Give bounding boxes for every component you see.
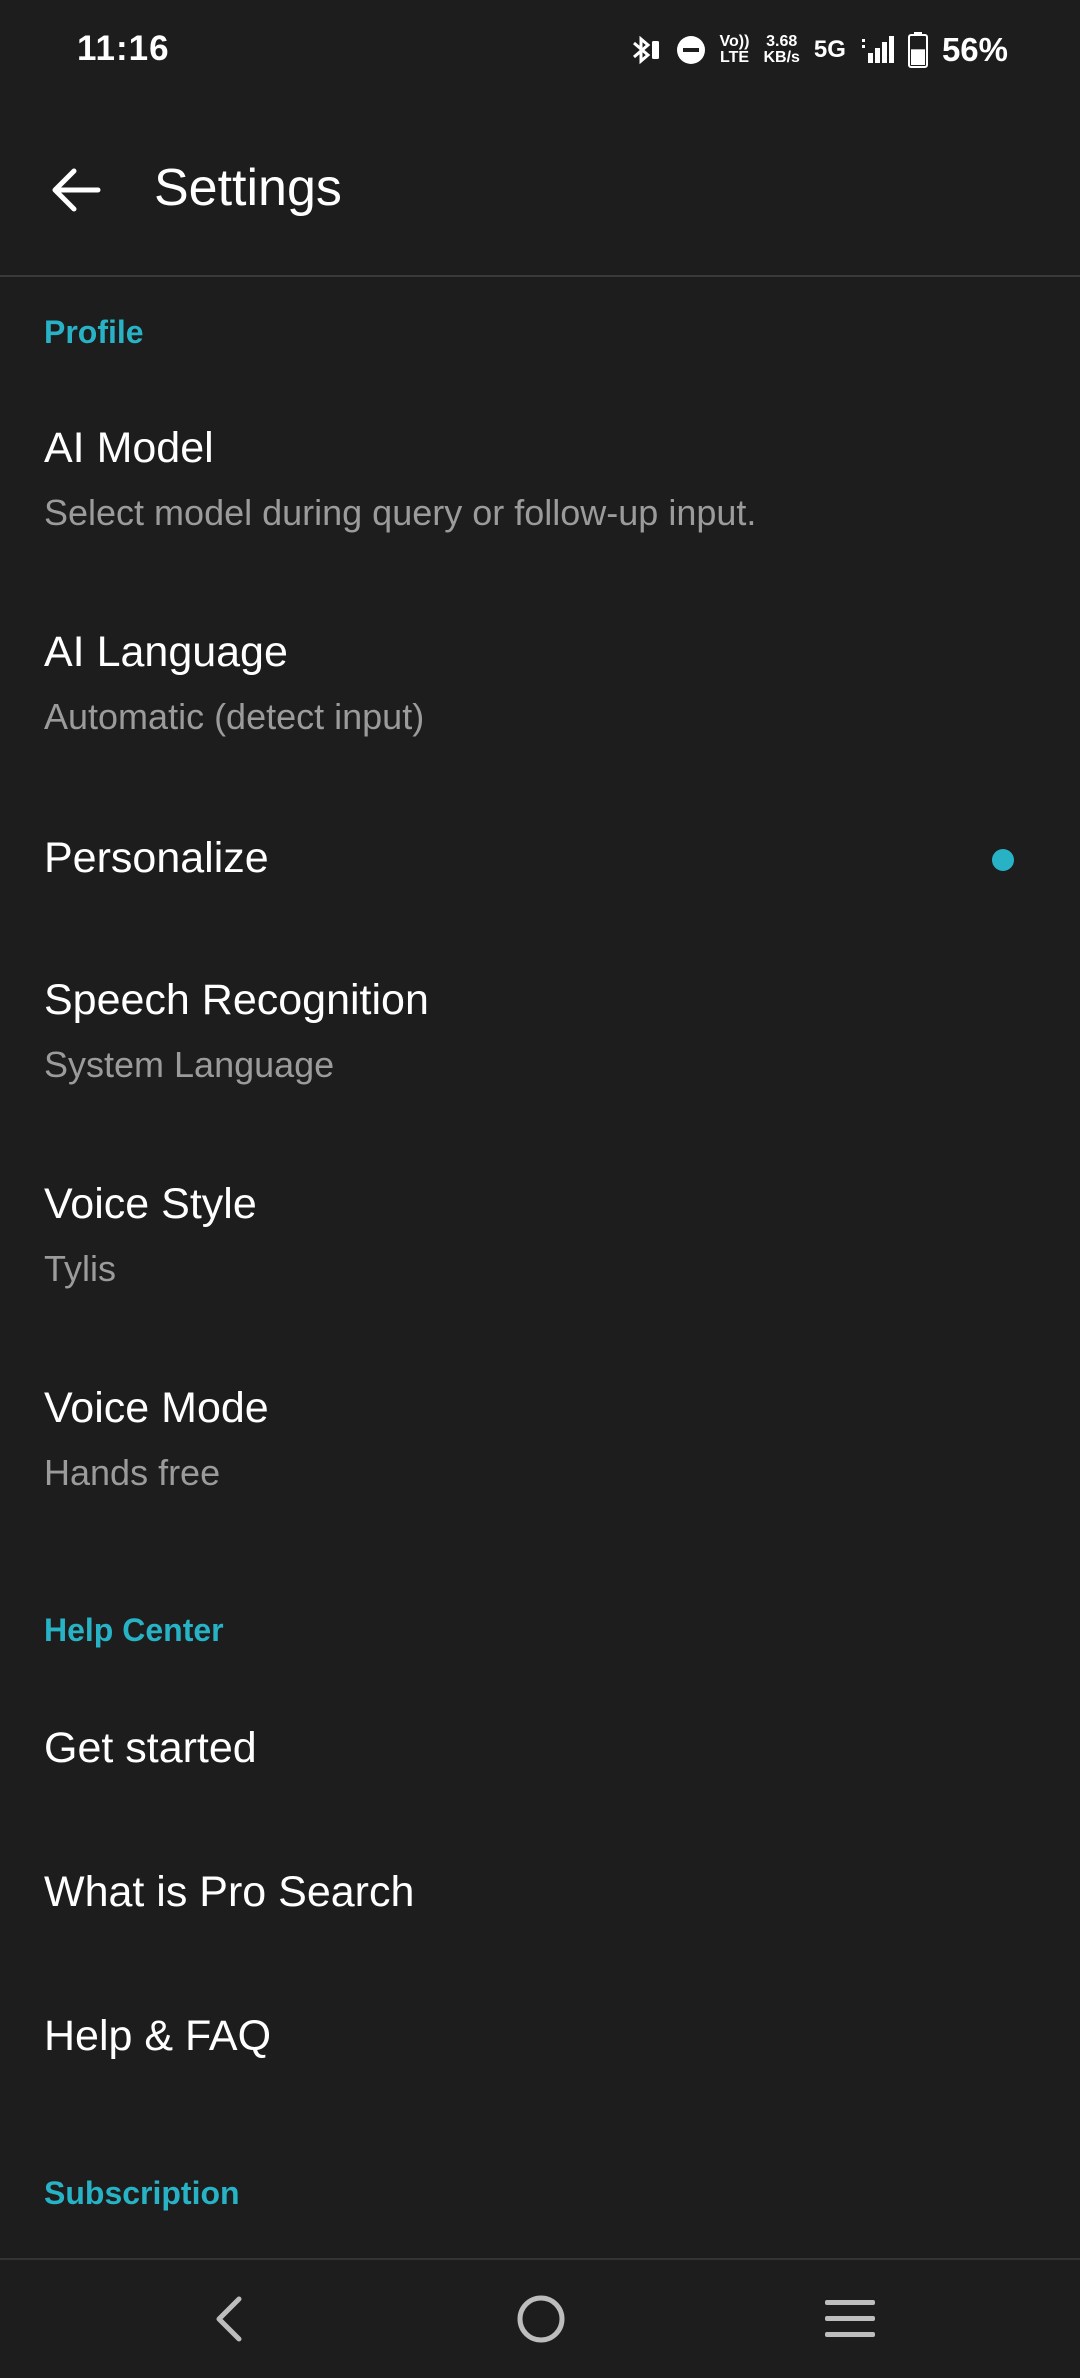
- network-type: 5G: [813, 36, 846, 63]
- battery-icon: [907, 32, 928, 68]
- setting-speech-recognition[interactable]: Speech Recognition System Language: [0, 952, 1080, 1132]
- setting-ai-model[interactable]: AI Model Select model during query or fo…: [0, 400, 1080, 580]
- setting-title: Voice Style: [44, 1180, 257, 1228]
- nav-back-button[interactable]: [194, 2284, 264, 2354]
- setting-subtitle: Select model during query or follow-up i…: [44, 492, 757, 533]
- setting-title: AI Model: [44, 424, 214, 472]
- status-time: 11:16: [77, 29, 170, 68]
- section-header-help-center: Help Center: [44, 1612, 224, 1648]
- section-header-subscription: Subscription: [44, 2175, 240, 2211]
- setting-voice-mode[interactable]: Voice Mode Hands free: [0, 1360, 1080, 1540]
- setting-voice-style[interactable]: Voice Style Tylis: [0, 1156, 1080, 1336]
- system-nav-bar: [0, 2258, 1080, 2378]
- nav-home-button[interactable]: [506, 2284, 576, 2354]
- setting-title: Voice Mode: [44, 1384, 269, 1432]
- arrow-left-icon: [52, 168, 101, 212]
- network-speed: 3.68 KB/s: [763, 34, 799, 66]
- battery-percent: 56%: [941, 31, 1008, 68]
- volte-top-label: Vo)): [719, 33, 750, 50]
- status-bar: 11:16 Vo)) LTE 3.68 KB/s 5G 56%: [0, 0, 1080, 100]
- setting-subtitle: Automatic (detect input): [44, 696, 425, 737]
- status-icons: Vo)) LTE 3.68 KB/s 5G 56%: [626, 28, 1008, 72]
- section-header-profile: Profile: [44, 314, 144, 350]
- volte-icon: Vo)) LTE: [720, 34, 750, 66]
- setting-subtitle: System Language: [44, 1044, 335, 1085]
- setting-title: Help & FAQ: [44, 2012, 272, 2060]
- setting-get-started[interactable]: Get started: [0, 1700, 1080, 1800]
- network-speed-value: 3.68: [766, 33, 798, 50]
- circle-home-icon: [517, 2295, 565, 2343]
- setting-help-faq[interactable]: Help & FAQ: [0, 1988, 1080, 2088]
- setting-personalize[interactable]: Personalize: [0, 810, 1080, 910]
- new-indicator-dot: [992, 849, 1014, 871]
- back-button[interactable]: [44, 158, 108, 222]
- setting-ai-language[interactable]: AI Language Automatic (detect input): [0, 604, 1080, 784]
- setting-subtitle: Tylis: [44, 1248, 116, 1289]
- volte-bottom-label: LTE: [719, 49, 750, 66]
- setting-title: Personalize: [44, 834, 269, 882]
- app-bar: Settings: [0, 100, 1080, 277]
- setting-title: What is Pro Search: [44, 1868, 415, 1916]
- chevron-left-icon: [216, 2296, 242, 2342]
- setting-subtitle: Hands free: [44, 1452, 221, 1493]
- setting-title: Get started: [44, 1724, 257, 1772]
- setting-title: AI Language: [44, 628, 288, 676]
- hamburger-menu-icon: [825, 2300, 875, 2337]
- nav-menu-button[interactable]: [815, 2284, 885, 2354]
- do-not-disturb-icon: [676, 35, 706, 65]
- bluetooth-icon: [626, 32, 662, 68]
- setting-title: Speech Recognition: [44, 976, 429, 1024]
- network-speed-unit: KB/s: [763, 49, 800, 66]
- page-title: Settings: [154, 159, 342, 217]
- signal-icon: [860, 35, 894, 65]
- setting-pro-search[interactable]: What is Pro Search: [0, 1844, 1080, 1944]
